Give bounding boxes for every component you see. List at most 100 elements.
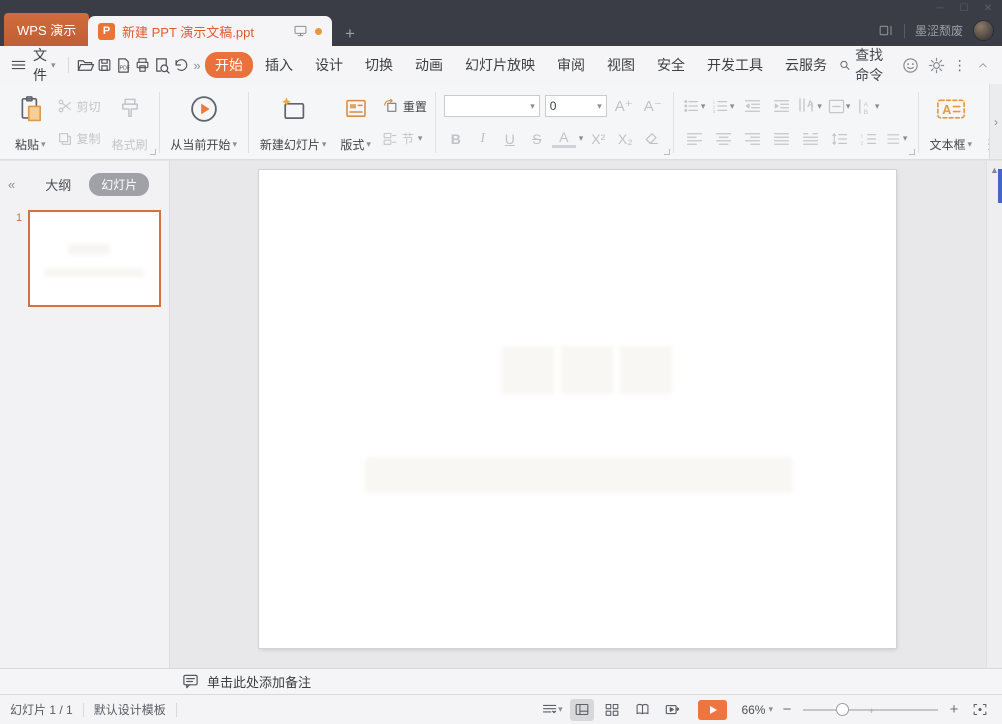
- feedback-smiley-icon[interactable]: [902, 53, 919, 77]
- underline-button[interactable]: U: [498, 128, 522, 150]
- group-expander[interactable]: [664, 149, 670, 155]
- reading-view-button[interactable]: [630, 699, 654, 721]
- tab-transition[interactable]: 切换: [355, 52, 403, 78]
- slide[interactable]: [259, 170, 896, 648]
- chevron-down-icon[interactable]: ▾: [579, 134, 584, 143]
- strikethrough-button[interactable]: S: [525, 128, 549, 150]
- print-icon[interactable]: [134, 53, 151, 77]
- notes-placeholder[interactable]: 单击此处添加备注: [207, 672, 311, 691]
- undo-icon[interactable]: [172, 53, 189, 77]
- tab-slides[interactable]: 幻灯片: [89, 173, 149, 196]
- tab-security[interactable]: 安全: [647, 52, 695, 78]
- numbering-button[interactable]: 123 ▾: [709, 95, 738, 117]
- text-direction-button[interactable]: A ▾: [796, 95, 825, 117]
- group-expander[interactable]: [150, 149, 156, 155]
- paste-button[interactable]: 粘贴▾: [12, 90, 49, 155]
- reset-button[interactable]: 重置: [382, 98, 427, 115]
- tab-cloud[interactable]: 云服务: [775, 52, 837, 78]
- scrollbar-thumb[interactable]: [998, 169, 1002, 203]
- collapse-panel-icon[interactable]: «: [8, 177, 15, 192]
- zoom-level[interactable]: 66%▾: [741, 703, 773, 717]
- save-icon[interactable]: [96, 53, 113, 77]
- notes-toggle-button[interactable]: ▾: [540, 699, 564, 721]
- align-text-button[interactable]: ▾: [825, 95, 854, 117]
- font-name-select[interactable]: ▾: [444, 95, 540, 117]
- zoom-slider[interactable]: +: [803, 700, 938, 720]
- notes-bar[interactable]: 单击此处添加备注: [0, 668, 1002, 694]
- template-name[interactable]: 默认设计模板: [94, 701, 166, 718]
- minimize-button[interactable]: ─: [928, 0, 952, 16]
- export-pdf-icon[interactable]: PDF: [115, 53, 132, 77]
- normal-view-button[interactable]: [570, 699, 594, 721]
- tab-slideshow[interactable]: 幻灯片放映: [455, 52, 545, 78]
- superscript-button[interactable]: X²: [586, 128, 610, 150]
- align-right-button[interactable]: [738, 128, 767, 150]
- play-circle-icon: [190, 92, 218, 126]
- collapse-ribbon-icon[interactable]: [975, 53, 992, 77]
- dock-panel-icon[interactable]: [878, 23, 894, 38]
- slideshow-view-button[interactable]: [660, 699, 684, 721]
- align-left-button[interactable]: [680, 128, 709, 150]
- italic-button[interactable]: I: [471, 128, 495, 150]
- slide-thumbnail[interactable]: [28, 210, 161, 307]
- group-expander[interactable]: [909, 149, 915, 155]
- play-from-current-button[interactable]: 从当前开始▾: [167, 90, 240, 155]
- distribute-button[interactable]: [796, 128, 825, 150]
- more-menu-icon[interactable]: ⋮: [953, 57, 967, 74]
- search-command[interactable]: 查找命令: [839, 45, 894, 85]
- clear-format-button[interactable]: [640, 128, 664, 150]
- section-button[interactable]: 节 ▾: [382, 130, 427, 147]
- maximize-button[interactable]: ☐: [952, 0, 976, 16]
- file-menu[interactable]: 文件▾: [29, 45, 60, 85]
- layout-button[interactable]: 版式▾: [337, 90, 374, 155]
- username[interactable]: 墨涩颓废: [915, 22, 963, 39]
- increase-indent-button[interactable]: [767, 95, 796, 117]
- new-tab-button[interactable]: +: [345, 24, 355, 44]
- textbox-button[interactable]: A 文本框▾: [926, 90, 975, 155]
- justify-button[interactable]: [767, 128, 796, 150]
- tab-outline[interactable]: 大纲: [45, 175, 71, 194]
- wps-app-button[interactable]: WPS 演示: [4, 13, 89, 46]
- slide-sorter-button[interactable]: [600, 699, 624, 721]
- play-slideshow-button[interactable]: [698, 700, 727, 720]
- paragraph-spacing-button[interactable]: 12: [854, 128, 883, 150]
- format-painter-button[interactable]: 格式刷: [109, 90, 151, 155]
- ribbon-scroll-right[interactable]: ›: [989, 84, 1002, 159]
- close-button[interactable]: ✕: [976, 0, 1000, 16]
- document-tab[interactable]: P 新建 PPT 演示文稿.ppt: [88, 16, 332, 46]
- tab-home[interactable]: 开始: [205, 52, 253, 78]
- copy-button[interactable]: 复制: [57, 130, 101, 147]
- tab-design[interactable]: 设计: [305, 52, 353, 78]
- vertical-text-button[interactable]: AB ▾: [854, 95, 883, 117]
- spacing-options-button[interactable]: ▾: [883, 128, 912, 150]
- line-spacing-button[interactable]: [825, 128, 854, 150]
- tab-view[interactable]: 视图: [597, 52, 645, 78]
- zoom-in-button[interactable]: +: [946, 701, 962, 718]
- bullets-button[interactable]: ▾: [680, 95, 709, 117]
- slider-handle[interactable]: [836, 703, 849, 716]
- tab-review[interactable]: 审阅: [547, 52, 595, 78]
- subscript-button[interactable]: X₂: [613, 128, 637, 150]
- tab-insert[interactable]: 插入: [255, 52, 303, 78]
- new-slide-button[interactable]: 新建幻灯片▾: [257, 90, 330, 155]
- tab-devtools[interactable]: 开发工具: [697, 52, 773, 78]
- align-center-button[interactable]: [709, 128, 738, 150]
- font-size-select[interactable]: 0▾: [545, 95, 607, 117]
- decrease-font-button[interactable]: A⁻: [641, 95, 665, 117]
- avatar[interactable]: [973, 20, 994, 41]
- increase-font-button[interactable]: A⁺: [612, 95, 636, 117]
- tab-animation[interactable]: 动画: [405, 52, 453, 78]
- vertical-scrollbar[interactable]: ▲: [986, 161, 1002, 668]
- more-commands-icon[interactable]: »: [191, 53, 203, 77]
- slide-canvas[interactable]: ▲: [170, 161, 1002, 668]
- zoom-out-button[interactable]: −: [779, 701, 795, 718]
- cut-button[interactable]: 剪切: [57, 98, 101, 115]
- open-file-icon[interactable]: [76, 53, 94, 77]
- settings-gear-icon[interactable]: [928, 53, 945, 77]
- font-color-button[interactable]: A: [552, 129, 576, 148]
- print-preview-icon[interactable]: [153, 53, 170, 77]
- hamburger-menu-icon[interactable]: [10, 53, 27, 77]
- decrease-indent-button[interactable]: [738, 95, 767, 117]
- bold-button[interactable]: B: [444, 128, 468, 150]
- fit-to-window-button[interactable]: [968, 699, 992, 721]
